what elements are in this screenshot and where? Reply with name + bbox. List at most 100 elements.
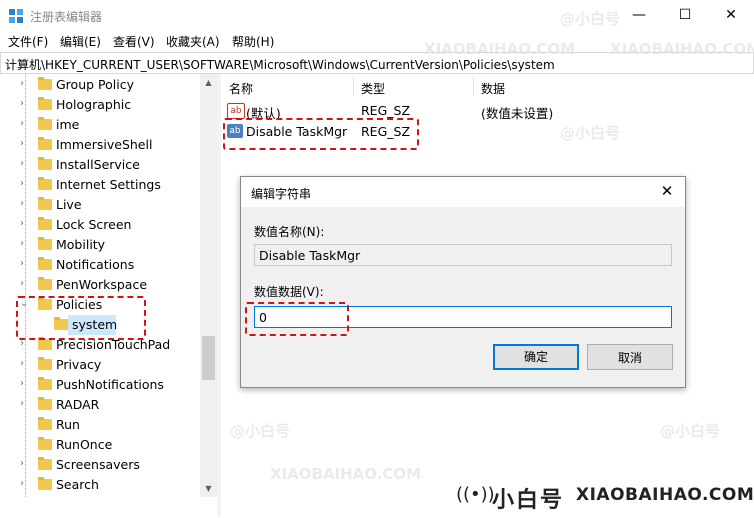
tree-item-label: RunOnce [56, 437, 113, 452]
tree-item-group-policy[interactable]: › Group Policy [0, 75, 200, 95]
value-name-label: 数值名称(N): [254, 225, 325, 239]
folder-icon [38, 77, 52, 90]
watermark-text: @小白号 [560, 124, 621, 142]
tree-item-installservice[interactable]: › InstallService [0, 155, 200, 175]
edit-string-dialog: 编辑字符串 ✕ 数值名称(N): Disable TaskMgr 数值数据(V)… [240, 176, 686, 388]
watermark-text: XIAOBAIHAO.COM [270, 465, 422, 483]
expand-arrow-icon[interactable]: › [20, 159, 30, 169]
dialog-close-icon[interactable]: ✕ [657, 181, 677, 201]
column-header-data[interactable]: 数据 [481, 80, 505, 97]
tree-item-search[interactable]: › Search [0, 475, 200, 495]
expand-arrow-icon[interactable]: › [20, 79, 30, 89]
expand-arrow-icon[interactable]: › [20, 359, 30, 369]
expand-arrow-icon[interactable]: › [20, 399, 30, 409]
value-data-label: 数值数据(V): [254, 285, 324, 299]
highlight-policies-system [16, 296, 146, 340]
highlight-disable-taskmgr [223, 118, 419, 150]
tree-item-label: Lock Screen [56, 217, 132, 232]
scroll-down-arrow-icon[interactable]: ▼ [200, 480, 217, 497]
column-separator[interactable] [473, 76, 474, 96]
brand-name-cn: 小白号 [492, 488, 565, 513]
column-header-name[interactable]: 名称 [229, 80, 253, 97]
expand-arrow-icon[interactable]: › [20, 179, 30, 189]
highlight-value-data [245, 302, 349, 336]
menu-help[interactable]: 帮助(H) [232, 33, 274, 50]
tree-item-run[interactable]: Run [0, 415, 200, 435]
watermark-text: @小白号 [660, 422, 721, 440]
value-data: (数值未设置) [481, 106, 554, 121]
folder-icon [38, 137, 52, 150]
tree-item-screensavers[interactable]: › Screensavers [0, 455, 200, 475]
cancel-button[interactable]: 取消 [587, 344, 673, 370]
maximize-button[interactable]: ☐ [662, 0, 708, 30]
expand-arrow-icon [20, 419, 30, 429]
tree-item-label: ImmersiveShell [56, 137, 153, 152]
tree-item-label: RADAR [56, 397, 100, 412]
expand-arrow-icon[interactable]: › [20, 379, 30, 389]
expand-arrow-icon[interactable]: › [20, 219, 30, 229]
minimize-button[interactable]: — [616, 0, 662, 30]
menu-view[interactable]: 查看(V) [113, 33, 155, 50]
dialog-title-bar: 编辑字符串 ✕ [241, 177, 685, 207]
tree-item-immersiveshell[interactable]: › ImmersiveShell [0, 135, 200, 155]
menu-file[interactable]: 文件(F) [8, 33, 48, 50]
tree-item-label: Internet Settings [56, 177, 161, 192]
tree-item-ime[interactable]: › ime [0, 115, 200, 135]
ok-button[interactable]: 确定 [493, 344, 579, 370]
tree-item-radar[interactable]: › RADAR [0, 395, 200, 415]
expand-arrow-icon[interactable]: › [20, 459, 30, 469]
tree-item-label: Holographic [56, 97, 132, 112]
folder-icon [38, 477, 52, 490]
tree-item-penworkspace[interactable]: › PenWorkspace [0, 275, 200, 295]
expand-arrow-icon[interactable]: › [20, 479, 30, 489]
close-button[interactable]: ✕ [708, 0, 754, 30]
column-header-type[interactable]: 类型 [361, 80, 385, 97]
tree-item-label: InstallService [56, 157, 140, 172]
list-row-default[interactable]: ab (默认) REG_SZ (数值未设置) [221, 100, 754, 121]
tree-item-notifications[interactable]: › Notifications [0, 255, 200, 275]
tree-item-runonce[interactable]: RunOnce [0, 435, 200, 455]
folder-icon [38, 437, 52, 450]
folder-icon [38, 397, 52, 410]
watermark-text: XIAOBAIHAO.COM [610, 40, 754, 58]
folder-icon [38, 337, 52, 350]
folder-icon [38, 277, 52, 290]
tree-item-live[interactable]: › Live [0, 195, 200, 215]
dialog-title: 编辑字符串 [251, 187, 312, 201]
tree-item-label: PenWorkspace [56, 277, 148, 292]
expand-arrow-icon[interactable]: › [20, 279, 30, 289]
registry-tree: › Group Policy › Holographic › ime › Imm… [0, 74, 200, 497]
expand-arrow-icon[interactable]: › [20, 99, 30, 109]
tree-item-label: PushNotifications [56, 377, 164, 392]
watermark-text: XIAOBAIHAO.COM [424, 40, 576, 58]
watermark-text: @小白号 [560, 10, 621, 28]
tree-item-label: Privacy [56, 357, 102, 372]
expand-arrow-icon[interactable]: › [20, 139, 30, 149]
scroll-up-arrow-icon[interactable]: ▲ [200, 74, 217, 91]
title-bar: 注册表编辑器 — ☐ ✕ [0, 0, 754, 30]
tree-scrollbar[interactable]: ▲ ▼ [200, 74, 217, 497]
folder-icon [38, 457, 52, 470]
expand-arrow-icon[interactable]: › [20, 259, 30, 269]
folder-icon [38, 377, 52, 390]
column-separator[interactable] [353, 76, 354, 96]
expand-arrow-icon[interactable]: › [20, 339, 30, 349]
expand-arrow-icon[interactable]: › [20, 239, 30, 249]
tree-item-holographic[interactable]: › Holographic [0, 95, 200, 115]
tree-item-lock-screen[interactable]: › Lock Screen [0, 215, 200, 235]
tree-item-label: Notifications [56, 257, 135, 272]
broadcast-icon: ((•)) [456, 484, 495, 505]
value-name-field: Disable TaskMgr [254, 244, 672, 266]
menu-favorites[interactable]: 收藏夹(A) [166, 33, 220, 50]
tree-item-privacy[interactable]: › Privacy [0, 355, 200, 375]
scrollbar-thumb[interactable] [202, 336, 215, 380]
expand-arrow-icon[interactable]: › [20, 199, 30, 209]
tree-item-pushnotifications[interactable]: › PushNotifications [0, 375, 200, 395]
folder-icon [38, 97, 52, 110]
tree-item-internet-settings[interactable]: › Internet Settings [0, 175, 200, 195]
menu-edit[interactable]: 编辑(E) [60, 33, 101, 50]
tree-item-mobility[interactable]: › Mobility [0, 235, 200, 255]
tree-item-label: Search [56, 477, 99, 492]
expand-arrow-icon[interactable]: › [20, 119, 30, 129]
folder-icon [38, 197, 52, 210]
